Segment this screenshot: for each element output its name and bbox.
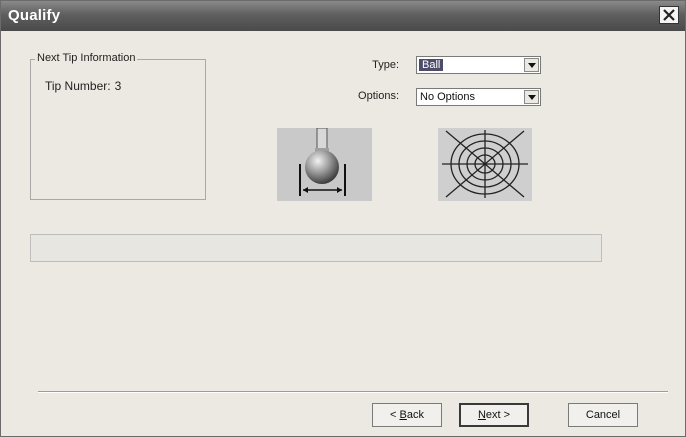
next-button-rest: ext > bbox=[485, 409, 511, 421]
options-dropdown-button[interactable] bbox=[524, 90, 539, 104]
cancel-button[interactable]: Cancel bbox=[568, 403, 638, 427]
dialog-title: Qualify bbox=[8, 7, 61, 24]
tip-number: Tip Number: 3 bbox=[45, 79, 121, 93]
close-button[interactable] bbox=[659, 6, 679, 24]
chevron-down-icon bbox=[528, 63, 536, 68]
back-button[interactable]: < Back bbox=[372, 403, 442, 427]
tip-number-label: Tip Number: bbox=[45, 79, 111, 93]
options-label: Options: bbox=[358, 90, 399, 102]
type-dropdown-button[interactable] bbox=[524, 58, 539, 72]
tip-info-legend: Next Tip Information bbox=[35, 52, 138, 64]
tip-number-value: 3 bbox=[114, 79, 122, 93]
qualify-progress-bar bbox=[30, 234, 602, 262]
close-icon bbox=[663, 9, 675, 21]
options-select[interactable]: No Options bbox=[416, 88, 541, 106]
qualification-pattern-icon bbox=[438, 128, 532, 201]
type-select[interactable]: Ball bbox=[416, 56, 541, 74]
next-button-mnemonic: N bbox=[477, 409, 486, 421]
ball-probe-icon bbox=[277, 127, 372, 201]
qualify-dialog: Qualify Next Tip Information Tip Number:… bbox=[0, 0, 686, 437]
button-separator bbox=[38, 391, 668, 393]
back-button-prefix: < bbox=[390, 409, 400, 421]
options-select-value: No Options bbox=[420, 91, 476, 103]
title-bar: Qualify bbox=[1, 1, 685, 31]
chevron-down-icon bbox=[528, 95, 536, 100]
type-label: Type: bbox=[372, 59, 399, 71]
back-button-rest: ack bbox=[406, 409, 424, 421]
back-button-mnemonic: B bbox=[399, 409, 407, 421]
next-button[interactable]: Next > bbox=[459, 403, 529, 427]
type-select-value: Ball bbox=[419, 59, 444, 71]
